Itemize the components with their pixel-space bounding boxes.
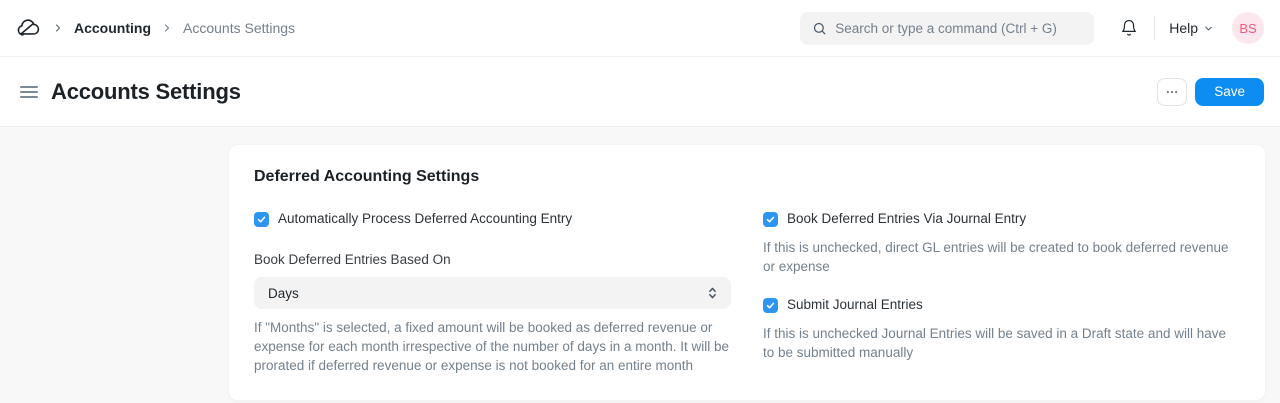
- breadcrumb-accounting[interactable]: Accounting: [74, 20, 151, 36]
- submit-journal-checkbox-row[interactable]: Submit Journal Entries: [763, 295, 1240, 315]
- breadcrumb: Accounting Accounts Settings: [16, 15, 295, 41]
- hamburger-icon: [20, 86, 38, 88]
- submit-journal-help-text: If this is unchecked Journal Entries wil…: [763, 324, 1240, 362]
- header-actions: Save: [1157, 78, 1264, 106]
- auto-process-checkbox[interactable]: [254, 212, 269, 227]
- via-journal-label[interactable]: Book Deferred Entries Via Journal Entry: [787, 209, 1026, 229]
- top-navbar: Accounting Accounts Settings Help: [0, 0, 1280, 57]
- via-journal-checkbox-row[interactable]: Book Deferred Entries Via Journal Entry: [763, 209, 1240, 229]
- auto-process-label[interactable]: Automatically Process Deferred Accountin…: [278, 209, 572, 229]
- checkmark-icon: [765, 214, 776, 225]
- navbar-divider: [1154, 16, 1155, 40]
- bell-icon: [1120, 19, 1138, 37]
- page-title: Accounts Settings: [51, 79, 241, 105]
- save-button[interactable]: Save: [1195, 78, 1264, 106]
- up-down-chevron-icon: [707, 286, 718, 300]
- help-label: Help: [1169, 20, 1198, 36]
- chevron-right-icon: [161, 22, 173, 34]
- section-title: Deferred Accounting Settings: [254, 168, 1240, 186]
- content-area: Deferred Accounting Settings Automatical…: [0, 127, 1280, 401]
- auto-process-checkbox-row[interactable]: Automatically Process Deferred Accountin…: [254, 209, 731, 229]
- app-logo[interactable]: [16, 15, 42, 41]
- checkmark-icon: [765, 300, 776, 311]
- page-header: Accounts Settings Save: [0, 57, 1280, 127]
- based-on-select[interactable]: Days: [254, 277, 731, 309]
- based-on-field-label: Book Deferred Entries Based On: [254, 251, 731, 268]
- via-journal-checkbox[interactable]: [763, 212, 778, 227]
- chevron-down-icon: [1203, 23, 1214, 34]
- search-input[interactable]: [835, 21, 1082, 36]
- deferred-accounting-settings-card: Deferred Accounting Settings Automatical…: [228, 144, 1266, 401]
- user-avatar[interactable]: BS: [1232, 12, 1264, 44]
- notifications-button[interactable]: [1116, 15, 1142, 41]
- breadcrumb-accounts-settings[interactable]: Accounts Settings: [183, 20, 295, 36]
- more-options-button[interactable]: [1157, 78, 1187, 106]
- via-journal-help-text: If this is unchecked, direct GL entries …: [763, 238, 1240, 276]
- settings-left-column: Automatically Process Deferred Accountin…: [254, 209, 731, 375]
- cloud-logo-icon: [16, 15, 42, 41]
- global-search[interactable]: [800, 12, 1094, 45]
- search-icon: [812, 21, 827, 36]
- chevron-right-icon: [52, 22, 64, 34]
- sidebar-toggle-button[interactable]: [16, 82, 42, 102]
- submit-journal-checkbox[interactable]: [763, 298, 778, 313]
- based-on-help-text: If "Months" is selected, a fixed amount …: [254, 318, 731, 375]
- ellipsis-icon: [1165, 85, 1179, 99]
- checkmark-icon: [256, 214, 267, 225]
- help-menu-button[interactable]: Help: [1169, 20, 1214, 36]
- based-on-select-value: Days: [268, 286, 299, 301]
- navbar-right-cluster: Help BS: [1116, 12, 1264, 44]
- settings-right-column: Book Deferred Entries Via Journal Entry …: [763, 209, 1240, 375]
- submit-journal-label[interactable]: Submit Journal Entries: [787, 295, 923, 315]
